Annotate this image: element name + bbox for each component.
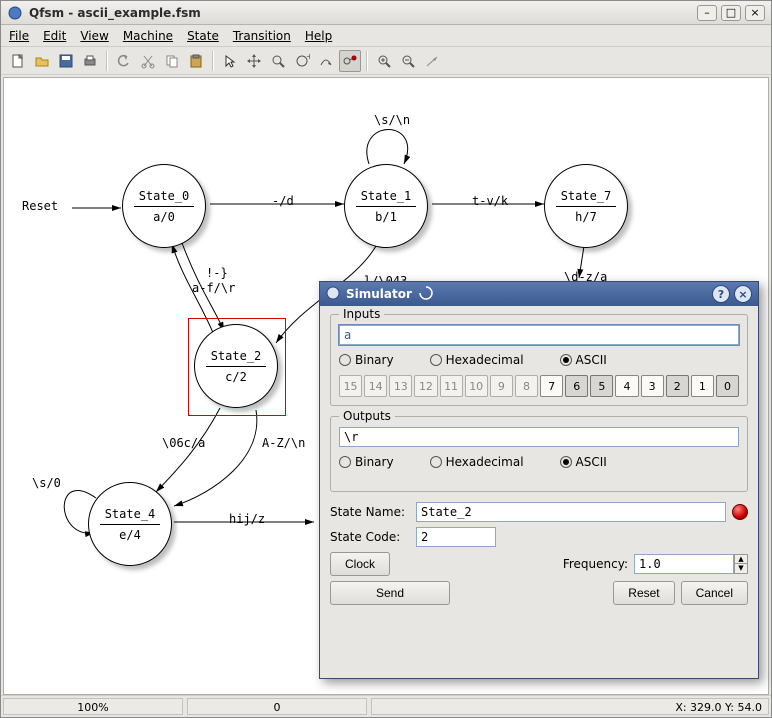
inputs-label: Inputs: [339, 307, 384, 321]
frequency-spinner[interactable]: [634, 554, 734, 574]
save-icon[interactable]: [55, 50, 77, 72]
new-state-icon[interactable]: +: [291, 50, 313, 72]
close-button[interactable]: ×: [745, 5, 765, 21]
zoom-in-icon[interactable]: [373, 50, 395, 72]
state-led-icon: [732, 504, 748, 520]
input-bit-8: 8: [515, 375, 538, 397]
input-bit-7[interactable]: 7: [540, 375, 563, 397]
freq-down-icon[interactable]: ▼: [734, 564, 748, 574]
reset-button[interactable]: Reset: [613, 581, 674, 605]
new-icon[interactable]: [7, 50, 29, 72]
undo-icon[interactable]: [113, 50, 135, 72]
pointer-icon[interactable]: [219, 50, 241, 72]
pan-icon[interactable]: [243, 50, 265, 72]
app-icon: [7, 5, 23, 21]
freq-up-icon[interactable]: ▲: [734, 554, 748, 564]
minimize-button[interactable]: –: [697, 5, 717, 21]
simulator-titlebar[interactable]: Simulator ? ×: [320, 282, 758, 306]
zoom-out-icon[interactable]: [397, 50, 419, 72]
t-s1-loop-label[interactable]: \s/\n: [374, 113, 410, 127]
dialog-close-button[interactable]: ×: [734, 285, 752, 303]
menu-edit[interactable]: Edit: [43, 29, 66, 43]
cancel-button[interactable]: Cancel: [681, 581, 748, 605]
menu-state[interactable]: State: [187, 29, 219, 43]
menu-help[interactable]: Help: [305, 29, 332, 43]
zoom-area-icon[interactable]: [267, 50, 289, 72]
toolbar: +: [1, 47, 771, 75]
open-icon[interactable]: [31, 50, 53, 72]
status-coords: X: 329.0 Y: 54.0: [371, 698, 769, 715]
inputs-binary-radio[interactable]: Binary: [339, 353, 394, 367]
input-bit-14: 14: [364, 375, 387, 397]
menu-view[interactable]: View: [80, 29, 108, 43]
state-name-field: [416, 502, 726, 522]
clock-button[interactable]: Clock: [330, 552, 390, 576]
simulate-icon[interactable]: [339, 50, 361, 72]
send-button[interactable]: Send: [330, 581, 450, 605]
main-window: Qfsm - ascii_example.fsm – □ × File Edit…: [0, 0, 772, 718]
paste-icon[interactable]: [185, 50, 207, 72]
t-s0-s2a-label[interactable]: !-}: [206, 266, 228, 280]
cut-icon[interactable]: [137, 50, 159, 72]
state-code-field: [416, 527, 496, 547]
input-bit-9: 9: [490, 375, 513, 397]
outputs-group: Outputs Binary Hexadecimal ASCII: [330, 416, 748, 492]
inputs-hex-radio[interactable]: Hexadecimal: [430, 353, 524, 367]
input-bit-6[interactable]: 6: [565, 375, 588, 397]
frequency-label: Frequency:: [563, 557, 628, 571]
copy-icon[interactable]: [161, 50, 183, 72]
input-bit-4[interactable]: 4: [615, 375, 638, 397]
menubar: File Edit View Machine State Transition …: [1, 25, 771, 47]
swirl-icon: [418, 285, 434, 304]
t-s1-s7-label[interactable]: t-v/k: [472, 194, 508, 208]
input-bit-3[interactable]: 3: [641, 375, 664, 397]
input-bit-12: 12: [414, 375, 437, 397]
new-transition-icon[interactable]: [315, 50, 337, 72]
input-bit-5[interactable]: 5: [590, 375, 613, 397]
t-s4-right-label[interactable]: hij/z: [229, 512, 265, 526]
simulator-title: Simulator: [346, 287, 412, 301]
outputs-field: [339, 427, 739, 447]
input-bit-1[interactable]: 1: [691, 375, 714, 397]
t-s0-s1-label[interactable]: -/d: [272, 194, 294, 208]
outputs-hex-radio[interactable]: Hexadecimal: [430, 455, 524, 469]
input-bit-11: 11: [440, 375, 463, 397]
menu-machine[interactable]: Machine: [123, 29, 173, 43]
input-bit-2[interactable]: 2: [666, 375, 689, 397]
inputs-ascii-radio[interactable]: ASCII: [560, 353, 607, 367]
t-s2-s4b-label[interactable]: A-Z/\n: [262, 436, 305, 450]
input-bit-0[interactable]: 0: [716, 375, 739, 397]
simulator-icon: [326, 286, 340, 303]
reset-label: Reset: [22, 199, 58, 213]
svg-text:+: +: [306, 53, 310, 61]
state-code-label: State Code:: [330, 530, 410, 544]
status-zoom: 100%: [3, 698, 183, 715]
input-bit-13: 13: [389, 375, 412, 397]
print-icon[interactable]: [79, 50, 101, 72]
titlebar: Qfsm - ascii_example.fsm – □ ×: [1, 1, 771, 25]
inputs-group: Inputs Binary Hexadecimal ASCII 15141312…: [330, 314, 748, 406]
input-bit-10: 10: [465, 375, 488, 397]
state-name-label: State Name:: [330, 505, 410, 519]
simulator-dialog: Simulator ? × Inputs Binary Hexadecimal …: [319, 281, 759, 679]
outputs-label: Outputs: [339, 409, 395, 423]
statusbar: 100% 0 X: 329.0 Y: 54.0: [1, 695, 771, 717]
input-bits: 1514131211109876543210: [339, 375, 739, 397]
maximize-button[interactable]: □: [721, 5, 741, 21]
outputs-binary-radio[interactable]: Binary: [339, 455, 394, 469]
t-s0-s2b-label[interactable]: a-f/\r: [192, 281, 235, 295]
t-s4-loop-label[interactable]: \s/0: [32, 476, 61, 490]
window-title: Qfsm - ascii_example.fsm: [29, 6, 697, 20]
dialog-help-button[interactable]: ?: [712, 285, 730, 303]
transition-straight-icon[interactable]: [421, 50, 443, 72]
input-bit-15: 15: [339, 375, 362, 397]
menu-file[interactable]: File: [9, 29, 29, 43]
inputs-field[interactable]: [339, 325, 739, 345]
menu-transition[interactable]: Transition: [233, 29, 291, 43]
t-s2-s4a-label[interactable]: \06c/a: [162, 436, 205, 450]
status-selcount: 0: [187, 698, 367, 715]
outputs-ascii-radio[interactable]: ASCII: [560, 455, 607, 469]
